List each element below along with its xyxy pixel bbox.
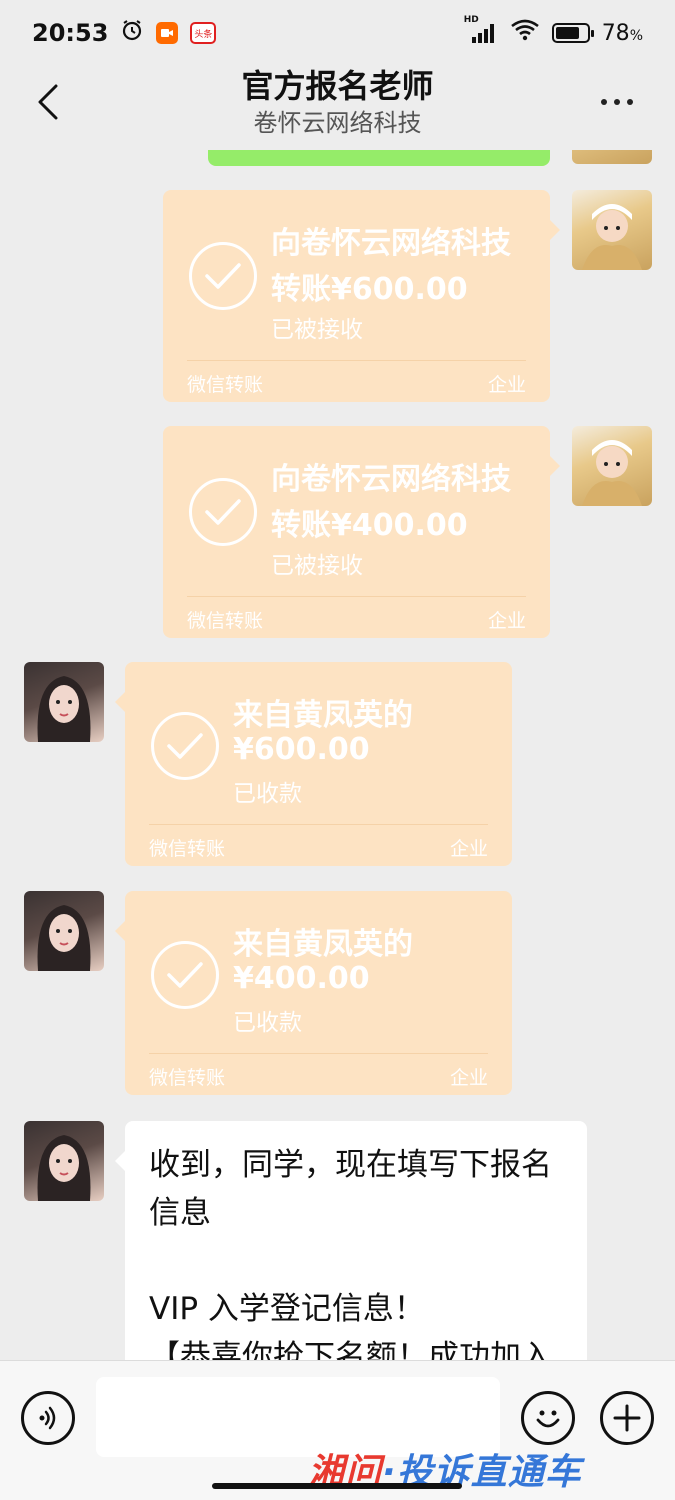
transfer-status: 已被接收 bbox=[271, 317, 363, 343]
transfer-card[interactable]: 向卷怀云网络科技 转账¥400.00 已被接收 微信转账 企业 bbox=[163, 426, 560, 638]
avatar[interactable] bbox=[572, 190, 652, 270]
bubble-tail bbox=[115, 921, 125, 941]
message-blank-line bbox=[149, 1237, 563, 1285]
transfer-type: 企业 bbox=[449, 1067, 488, 1089]
more-icon-dot bbox=[601, 99, 607, 105]
message-line: VIP 入学登记信息！ bbox=[149, 1291, 425, 1327]
text-message[interactable]: 收到，同学，现在填写下报名 信息 VIP 入学登记信息！ 【恭喜你抢下名额！成功… bbox=[115, 1121, 587, 1360]
transfer-card[interactable]: 来自黄凤英的 ¥600.00 已收款 微信转账 企业 bbox=[115, 662, 512, 866]
message-line: 【恭喜你抢下名额！成功加入 bbox=[149, 1339, 552, 1360]
check-circle-icon bbox=[151, 941, 219, 1009]
check-circle-icon bbox=[151, 712, 219, 780]
wifi-icon bbox=[510, 18, 540, 48]
avatar[interactable] bbox=[24, 662, 104, 742]
avatar[interactable] bbox=[572, 426, 652, 506]
message-bubble-partial[interactable] bbox=[208, 150, 550, 166]
bubble-tail bbox=[115, 692, 125, 712]
transfer-source: 微信转账 bbox=[187, 374, 264, 396]
alarm-icon bbox=[120, 18, 144, 48]
divider bbox=[149, 1053, 488, 1054]
avatar-image bbox=[37, 1135, 91, 1201]
more-icon-dot bbox=[614, 99, 620, 105]
divider bbox=[187, 596, 526, 597]
transfer-status: 已收款 bbox=[233, 1010, 302, 1036]
voice-icon bbox=[39, 1406, 56, 1430]
battery-value: 78 bbox=[601, 20, 630, 46]
transfer-source: 微信转账 bbox=[187, 610, 264, 632]
news-app-icon: 头条 bbox=[190, 22, 217, 44]
transfer-card[interactable]: 向卷怀云网络科技 转账¥600.00 已被接收 微信转账 企业 bbox=[163, 190, 560, 402]
transfer-status: 已收款 bbox=[233, 781, 302, 807]
message-line: 信息 bbox=[149, 1195, 211, 1231]
transfer-card[interactable]: 来自黄凤英的 ¥400.00 已收款 微信转账 企业 bbox=[115, 891, 512, 1095]
voice-button[interactable] bbox=[21, 1391, 75, 1445]
transfer-source: 微信转账 bbox=[149, 1067, 226, 1089]
battery-icon bbox=[551, 23, 594, 43]
avatar-image bbox=[37, 676, 91, 742]
chat-area[interactable]: 向卷怀云网络科技 转账¥600.00 已被接收 微信转账 企业 向卷怀云网络科技… bbox=[0, 150, 675, 1360]
transfer-source: 微信转账 bbox=[149, 838, 226, 860]
bubble-tail bbox=[115, 1151, 125, 1171]
transfer-status: 已被接收 bbox=[271, 553, 363, 579]
transfer-title: 向卷怀云网络科技 bbox=[271, 462, 511, 497]
battery-percent: 78% bbox=[602, 21, 643, 46]
battery-fill bbox=[555, 27, 580, 39]
transfer-amount: 转账¥600.00 bbox=[271, 272, 468, 307]
check-circle-icon bbox=[189, 478, 257, 546]
video-app-icon bbox=[156, 22, 179, 44]
avatar-image bbox=[37, 905, 91, 971]
battery-unit: % bbox=[629, 27, 643, 44]
transfer-title: 来自黄凤英的 bbox=[233, 698, 413, 733]
transfer-amount: ¥600.00 bbox=[233, 732, 370, 767]
page-title: 官方报名老师 bbox=[241, 67, 434, 105]
home-indicator[interactable] bbox=[212, 1483, 462, 1489]
more-button[interactable] bbox=[595, 84, 639, 120]
page-subtitle: 卷怀云网络科技 bbox=[253, 109, 422, 137]
check-circle-icon bbox=[189, 242, 257, 310]
bubble-tail bbox=[550, 220, 560, 240]
avatar-image bbox=[582, 440, 642, 506]
input-bar: 湘问·投诉直通车 bbox=[0, 1360, 675, 1500]
emoji-button[interactable] bbox=[521, 1391, 575, 1445]
transfer-type: 企业 bbox=[449, 838, 488, 860]
avatar-image bbox=[582, 204, 642, 270]
divider bbox=[187, 360, 526, 361]
emoji-icon bbox=[536, 1410, 560, 1428]
title-center: 官方报名老师 卷怀云网络科技 bbox=[0, 66, 675, 140]
transfer-type: 企业 bbox=[487, 374, 526, 396]
transfer-amount: 转账¥400.00 bbox=[271, 508, 468, 543]
title-bar: 官方报名老师 卷怀云网络科技 bbox=[0, 66, 675, 150]
signal-icon: HD bbox=[464, 15, 498, 45]
plus-icon bbox=[613, 1404, 641, 1432]
more-icon-dot bbox=[627, 99, 633, 105]
status-left: 20:53 头条 bbox=[32, 18, 217, 48]
bubble-tail bbox=[550, 456, 560, 476]
status-time: 20:53 bbox=[32, 19, 109, 47]
divider bbox=[149, 824, 488, 825]
avatar[interactable] bbox=[24, 1121, 104, 1201]
message-line: 收到，同学，现在填写下报名 bbox=[149, 1147, 552, 1183]
avatar[interactable] bbox=[572, 150, 652, 164]
status-right: HD 78% bbox=[464, 15, 643, 48]
avatar[interactable] bbox=[24, 891, 104, 971]
transfer-title: 向卷怀云网络科技 bbox=[271, 226, 511, 261]
transfer-title: 来自黄凤英的 bbox=[233, 927, 413, 962]
status-bar: 20:53 头条 HD 78% bbox=[0, 0, 675, 66]
transfer-type: 企业 bbox=[487, 610, 526, 632]
transfer-amount: ¥400.00 bbox=[233, 961, 370, 996]
add-button[interactable] bbox=[600, 1391, 654, 1445]
